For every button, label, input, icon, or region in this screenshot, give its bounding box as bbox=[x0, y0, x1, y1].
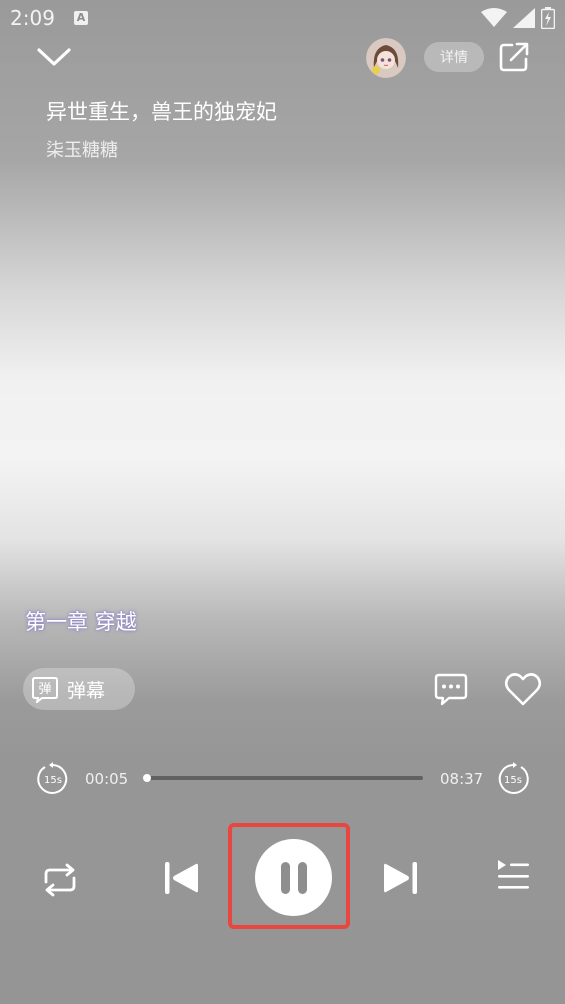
play-pause-button[interactable] bbox=[255, 839, 332, 916]
pause-icon-bar-right bbox=[297, 861, 307, 894]
next-chapter-button[interactable] bbox=[380, 856, 422, 900]
loop-mode-button[interactable] bbox=[40, 860, 80, 900]
book-title: 异世重生，兽王的独宠妃 bbox=[46, 100, 277, 124]
skip-previous-icon bbox=[165, 862, 198, 894]
status-icons bbox=[481, 6, 555, 30]
collapse-button[interactable] bbox=[34, 40, 74, 74]
progress-thumb[interactable] bbox=[142, 774, 151, 782]
playlist-icon bbox=[498, 860, 529, 889]
rewind-label: 15s bbox=[44, 775, 62, 786]
repeat-icon bbox=[44, 863, 76, 897]
danmaku-icon: 弹 bbox=[32, 677, 58, 703]
share-button[interactable] bbox=[497, 40, 531, 74]
forward-label: 15s bbox=[504, 775, 522, 786]
signal-icon bbox=[513, 8, 535, 28]
danmaku-label: 弹幕 bbox=[67, 679, 106, 702]
heart-icon bbox=[504, 673, 542, 706]
previous-chapter-button[interactable] bbox=[160, 856, 202, 900]
progress-slider[interactable] bbox=[142, 774, 423, 782]
battery-icon bbox=[541, 7, 555, 29]
rewind-15s-button[interactable]: 15s bbox=[36, 762, 70, 796]
forward-15s-button[interactable]: 15s bbox=[496, 762, 530, 796]
current-time: 00:05 bbox=[85, 770, 129, 788]
danmaku-button[interactable]: 弹 弹幕 bbox=[23, 668, 135, 710]
favorite-button[interactable] bbox=[504, 671, 542, 707]
pause-icon-bar-left bbox=[280, 861, 290, 894]
comment-icon bbox=[434, 673, 468, 706]
playlist-button[interactable] bbox=[494, 856, 532, 896]
notification-app-icon: A bbox=[74, 11, 88, 25]
danmaku-icon-text: 弹 bbox=[38, 682, 51, 697]
share-icon bbox=[499, 42, 529, 72]
detail-button[interactable]: 详情 bbox=[424, 42, 484, 72]
chapter-title: 第一章 穿越 bbox=[25, 610, 137, 634]
fast-forward-icon: 15s bbox=[498, 762, 529, 794]
status-time: 2:09 bbox=[10, 6, 55, 30]
wifi-icon bbox=[481, 8, 507, 27]
comment-button[interactable] bbox=[433, 671, 469, 707]
chevron-down-icon bbox=[37, 48, 71, 66]
book-author[interactable]: 柒玉糖糖 bbox=[46, 136, 118, 162]
skip-next-icon bbox=[384, 862, 417, 894]
anime-girl-avatar-icon bbox=[366, 38, 406, 78]
narrator-avatar[interactable] bbox=[366, 38, 406, 78]
total-time: 08:37 bbox=[440, 770, 484, 788]
rewind-icon: 15s bbox=[37, 762, 68, 794]
